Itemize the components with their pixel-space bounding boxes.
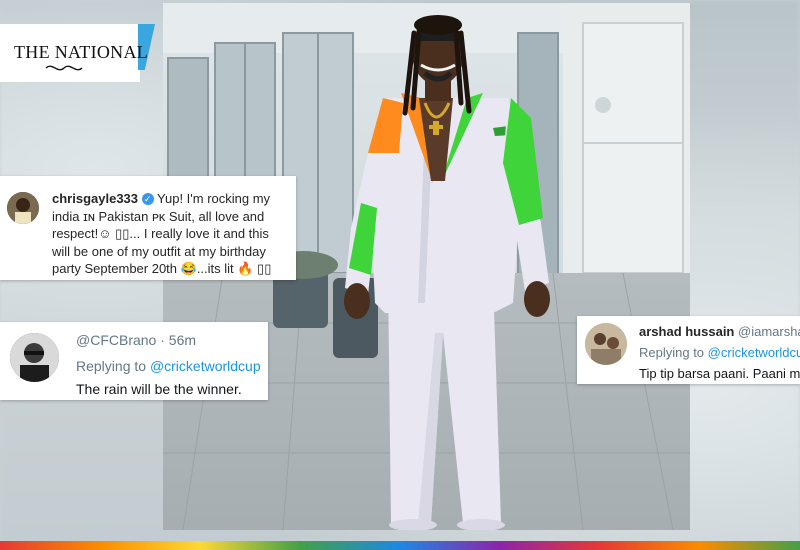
instagram-comment-body: chrisgayle333 ✓ Yup! I'm rocking my indi… (52, 190, 288, 278)
tweet-handle[interactable]: @CFCBrano (76, 332, 156, 348)
instagram-username[interactable]: chrisgayle333 (52, 191, 138, 206)
replying-to-label: Replying to (76, 358, 147, 374)
tweet-right-name[interactable]: arshad hussain (639, 324, 734, 339)
tweet-right-header: arshad hussain @iamarshad (639, 324, 800, 339)
tweet-replying-line: Replying to @cricketworldcup (76, 358, 261, 374)
tweet-right-replying-link[interactable]: @cricketworldcup (708, 345, 800, 360)
cfcbrano-avatar (10, 333, 59, 382)
chrisgayle-avatar (7, 192, 39, 224)
tweet-right-text: Tip tip barsa paani. Paani me (639, 366, 800, 381)
colorful-bottom-strip (0, 541, 800, 550)
tweet-arshad-card: arshad hussain @iamarshad Replying to @c… (577, 316, 800, 384)
tweet-header: @CFCBrano · 56m (76, 332, 196, 348)
tweet-text: The rain will be the winner. (76, 381, 242, 397)
replying-to-link[interactable]: @cricketworldcup (150, 358, 261, 374)
the-national-logo: The National (0, 24, 155, 82)
logo-flourish-icon (45, 65, 83, 71)
tweet-right-replying-line: Replying to @cricketworldcup (639, 345, 800, 360)
logo-text: The National (14, 42, 149, 62)
tweet-time: · 56m (160, 332, 197, 348)
verified-badge-icon: ✓ (141, 193, 154, 205)
tweet-cfcbrano-card: @CFCBrano · 56m Replying to @cricketworl… (0, 322, 268, 400)
tweet-right-handle[interactable]: @iamarshad (738, 324, 800, 339)
instagram-comment-card: chrisgayle333 ✓ Yup! I'm rocking my indi… (0, 176, 296, 280)
tweet-right-replying-label: Replying to (639, 345, 705, 360)
arshad-avatar (585, 323, 627, 365)
